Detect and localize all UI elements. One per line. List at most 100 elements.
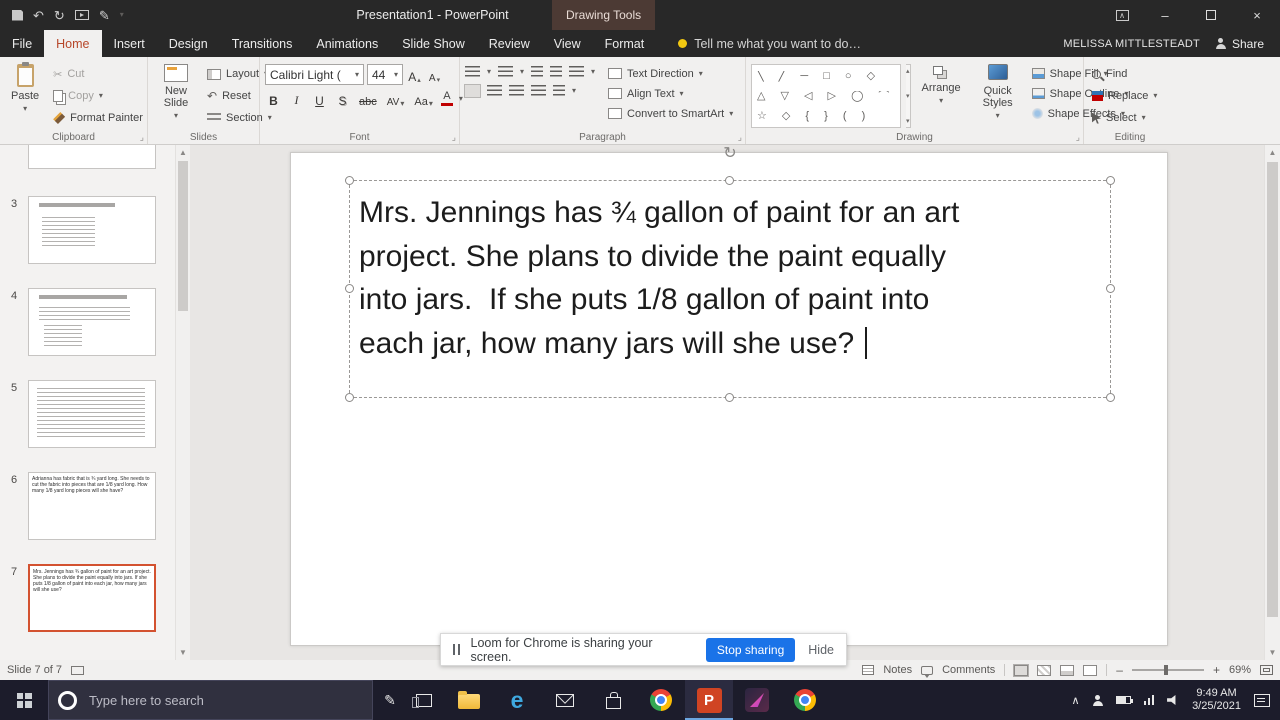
edge-button[interactable]: e bbox=[493, 680, 541, 720]
slide-5-thumbnail[interactable] bbox=[28, 380, 156, 448]
resize-handle-bottom-right[interactable] bbox=[1106, 393, 1115, 402]
zoom-level[interactable]: 69% bbox=[1229, 664, 1251, 676]
resize-handle-top-left[interactable] bbox=[345, 176, 354, 185]
convert-smartart-button[interactable]: Convert to SmartArt ▾ bbox=[605, 104, 736, 123]
slide-thumbnail-partial[interactable] bbox=[28, 145, 156, 169]
file-explorer-button[interactable] bbox=[445, 680, 493, 720]
italic-button[interactable]: I bbox=[288, 89, 305, 108]
start-slideshow-icon[interactable] bbox=[74, 10, 89, 20]
replace-button[interactable]: Replace ▾ bbox=[1089, 86, 1160, 106]
shapes-gallery-scrollbar[interactable]: ▴ ▾ ▾ bbox=[906, 64, 911, 128]
ribbon-display-options-button[interactable]: ∧ bbox=[1102, 0, 1142, 30]
chrome-button[interactable] bbox=[637, 680, 685, 720]
paragraph-dialog-launcher[interactable]: ⌟ bbox=[738, 133, 742, 142]
close-button[interactable]: × bbox=[1234, 0, 1280, 30]
justify-button[interactable] bbox=[531, 85, 546, 97]
zoom-out-button[interactable]: – bbox=[1116, 664, 1123, 676]
numbering-caret-icon[interactable]: ▾ bbox=[520, 68, 524, 76]
app-button-unknown[interactable] bbox=[733, 680, 781, 720]
align-left-button[interactable] bbox=[464, 84, 481, 98]
slideshow-view-button[interactable] bbox=[1083, 664, 1098, 676]
slide-body-text[interactable]: Mrs. Jennings has ¾ gallon of paint for … bbox=[359, 191, 959, 365]
windows-ink-button[interactable]: ✎ bbox=[373, 680, 407, 720]
editor-scroll-down-icon[interactable]: ▼ bbox=[1269, 648, 1277, 657]
start-button[interactable] bbox=[0, 680, 48, 720]
shapes-scroll-down-icon[interactable]: ▾ bbox=[906, 92, 910, 100]
zoom-slider[interactable] bbox=[1131, 665, 1204, 675]
text-shadow-button[interactable]: S bbox=[334, 89, 351, 108]
zoom-in-button[interactable]: + bbox=[1213, 664, 1220, 676]
new-slide-button[interactable]: New Slide ▾ bbox=[153, 61, 199, 128]
tab-file[interactable]: File bbox=[0, 30, 44, 57]
resize-handle-top-right[interactable] bbox=[1106, 176, 1115, 185]
redo-icon[interactable]: ↻ bbox=[54, 9, 65, 22]
battery-icon[interactable] bbox=[1115, 696, 1133, 704]
strikethrough-button[interactable]: abc bbox=[357, 89, 379, 108]
notes-icon[interactable] bbox=[862, 665, 875, 675]
increase-indent-button[interactable] bbox=[550, 66, 563, 78]
tab-design[interactable]: Design bbox=[157, 30, 220, 57]
volume-icon[interactable] bbox=[1167, 694, 1176, 706]
save-icon[interactable] bbox=[12, 9, 23, 21]
tab-slide-show[interactable]: Slide Show bbox=[390, 30, 477, 57]
comments-toggle[interactable]: Comments bbox=[942, 664, 995, 676]
tab-review[interactable]: Review bbox=[477, 30, 542, 57]
decrease-font-size-button[interactable]: A ▾ bbox=[426, 65, 443, 84]
maximize-button[interactable] bbox=[1188, 0, 1234, 30]
line-spacing-caret-icon[interactable]: ▾ bbox=[591, 68, 595, 76]
task-view-button[interactable] bbox=[407, 680, 441, 720]
slide-sorter-view-button[interactable] bbox=[1037, 664, 1052, 676]
drawing-dialog-launcher[interactable]: ⌟ bbox=[1076, 133, 1080, 142]
comments-icon[interactable] bbox=[921, 665, 934, 678]
font-name-combobox[interactable]: Calibri Light ( ▾ bbox=[265, 64, 364, 85]
store-button[interactable] bbox=[589, 680, 637, 720]
slide-editor-area[interactable]: ↻ Mrs. Jennings has ¾ gallon of paint fo… bbox=[190, 145, 1264, 660]
bullets-caret-icon[interactable]: ▾ bbox=[487, 68, 491, 76]
find-button[interactable]: Find bbox=[1089, 64, 1160, 84]
slide-canvas[interactable]: ↻ Mrs. Jennings has ¾ gallon of paint fo… bbox=[290, 146, 1168, 646]
show-hidden-icons-button[interactable]: ∧ bbox=[1072, 694, 1080, 707]
pause-icon[interactable] bbox=[453, 644, 460, 655]
align-center-button[interactable] bbox=[487, 85, 502, 97]
selected-text-box[interactable]: ↻ Mrs. Jennings has ¾ gallon of paint fo… bbox=[345, 146, 1115, 402]
resize-handle-top-middle[interactable] bbox=[725, 176, 734, 185]
chrome-profile-button[interactable] bbox=[781, 680, 829, 720]
stop-sharing-button[interactable]: Stop sharing bbox=[705, 637, 796, 662]
resize-handle-middle-right[interactable] bbox=[1106, 284, 1115, 293]
underline-button[interactable]: U bbox=[311, 89, 328, 108]
select-button[interactable]: Select ▾ bbox=[1089, 108, 1160, 128]
slide-7-thumbnail-selected[interactable]: Mrs. Jennings has ¾ gallon of paint for … bbox=[28, 564, 156, 632]
line-spacing-button[interactable] bbox=[569, 66, 585, 78]
align-right-button[interactable] bbox=[509, 85, 524, 97]
editor-scrollbar-thumb[interactable] bbox=[1267, 162, 1278, 617]
shapes-more-icon[interactable]: ▾ bbox=[906, 117, 910, 125]
rotate-handle-icon[interactable]: ↻ bbox=[723, 146, 736, 162]
character-spacing-button[interactable]: AV ▾ bbox=[385, 89, 407, 108]
clipboard-dialog-launcher[interactable]: ⌟ bbox=[140, 133, 144, 142]
quick-styles-button[interactable]: Quick Styles ▾ bbox=[972, 61, 1024, 128]
bold-button[interactable]: B bbox=[265, 89, 282, 108]
people-icon[interactable] bbox=[1092, 694, 1103, 706]
tab-transitions[interactable]: Transitions bbox=[220, 30, 305, 57]
tab-insert[interactable]: Insert bbox=[102, 30, 157, 57]
slide-3-thumbnail[interactable] bbox=[28, 196, 156, 264]
font-dialog-launcher[interactable]: ⌟ bbox=[452, 133, 456, 142]
shapes-scroll-up-icon[interactable]: ▴ bbox=[906, 67, 910, 75]
panel-scrollbar[interactable]: ▲ ▼ bbox=[175, 145, 190, 660]
slide-4-thumbnail[interactable] bbox=[28, 288, 156, 356]
tab-view[interactable]: View bbox=[542, 30, 593, 57]
panel-scroll-up-icon[interactable]: ▲ bbox=[179, 148, 187, 157]
user-name[interactable]: MELISSA MITTLESTEADT bbox=[1063, 38, 1200, 50]
bullets-button[interactable] bbox=[465, 66, 480, 78]
align-text-button[interactable]: Align Text ▾ bbox=[605, 84, 736, 103]
slide-6-thumbnail[interactable]: Adrianna has fabric that is ¾ yard long.… bbox=[28, 472, 156, 540]
tab-format[interactable]: Format bbox=[593, 30, 657, 57]
normal-view-button[interactable] bbox=[1013, 663, 1030, 677]
format-painter-button[interactable]: Format Painter bbox=[50, 108, 146, 128]
cut-button[interactable]: ✂ Cut bbox=[50, 64, 146, 84]
text-direction-button[interactable]: Text Direction ▾ bbox=[605, 64, 736, 83]
resize-handle-bottom-middle[interactable] bbox=[725, 393, 734, 402]
zoom-slider-thumb[interactable] bbox=[1163, 665, 1168, 675]
change-case-button[interactable]: Aa ▾ bbox=[412, 89, 434, 108]
panel-scroll-down-icon[interactable]: ▼ bbox=[179, 648, 187, 657]
